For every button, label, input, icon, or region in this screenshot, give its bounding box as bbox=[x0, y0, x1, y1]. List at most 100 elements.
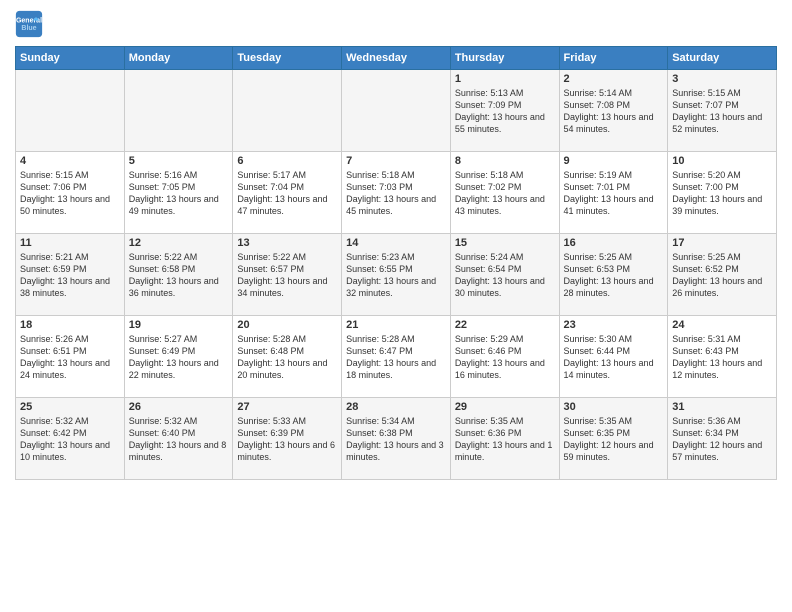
day-number: 6 bbox=[237, 155, 337, 167]
day-number: 26 bbox=[129, 401, 229, 413]
calendar-cell: 18 Sunrise: 5:26 AM Sunset: 6:51 PM Dayli… bbox=[16, 316, 125, 398]
day-info: Sunrise: 5:25 AM Sunset: 6:53 PM Dayligh… bbox=[564, 251, 664, 300]
day-number: 12 bbox=[129, 237, 229, 249]
day-info: Sunrise: 5:17 AM Sunset: 7:04 PM Dayligh… bbox=[237, 169, 337, 218]
calendar-cell: 29Sunrise: 5:35 AM Sunset: 6:36 PM Dayli… bbox=[450, 398, 559, 480]
weekday-header-saturday: Saturday bbox=[668, 47, 777, 70]
calendar-cell: 15 Sunrise: 5:24 AM Sunset: 6:54 PM Dayli… bbox=[450, 234, 559, 316]
week-row-5: 25 Sunrise: 5:32 AM Sunset: 6:42 PM Dayli… bbox=[16, 398, 777, 480]
day-info: Sunrise: 5:14 AM Sunset: 7:08 PM Dayligh… bbox=[564, 87, 664, 136]
day-info: Sunrise: 5:34 AM Sunset: 6:38 PM Dayligh… bbox=[346, 415, 446, 464]
day-number: 22 bbox=[455, 319, 555, 331]
day-number: 31 bbox=[672, 401, 772, 413]
week-row-2: 4Sunrise: 5:15 AM Sunset: 7:06 PM Daylig… bbox=[16, 152, 777, 234]
day-number: 20 bbox=[237, 319, 337, 331]
calendar-cell: 16 Sunrise: 5:25 AM Sunset: 6:53 PM Dayli… bbox=[559, 234, 668, 316]
calendar-cell: 19 Sunrise: 5:27 AM Sunset: 6:49 PM Dayli… bbox=[124, 316, 233, 398]
day-number: 7 bbox=[346, 155, 446, 167]
header: General Blue bbox=[15, 10, 777, 38]
day-number: 11 bbox=[20, 237, 120, 249]
weekday-header-wednesday: Wednesday bbox=[342, 47, 451, 70]
day-info: Sunrise: 5:28 AM Sunset: 6:48 PM Dayligh… bbox=[237, 333, 337, 382]
day-number: 23 bbox=[564, 319, 664, 331]
calendar-cell: 12 Sunrise: 5:22 AM Sunset: 6:58 PM Dayli… bbox=[124, 234, 233, 316]
day-info: Sunrise: 5:19 AM Sunset: 7:01 PM Dayligh… bbox=[564, 169, 664, 218]
calendar-cell: 4Sunrise: 5:15 AM Sunset: 7:06 PM Daylig… bbox=[16, 152, 125, 234]
calendar-cell: 2Sunrise: 5:14 AM Sunset: 7:08 PM Daylig… bbox=[559, 70, 668, 152]
day-number: 10 bbox=[672, 155, 772, 167]
day-info: Sunrise: 5:16 AM Sunset: 7:05 PM Dayligh… bbox=[129, 169, 229, 218]
day-number: 9 bbox=[564, 155, 664, 167]
weekday-header-thursday: Thursday bbox=[450, 47, 559, 70]
day-number: 8 bbox=[455, 155, 555, 167]
calendar-cell: 24 Sunrise: 5:31 AM Sunset: 6:43 PM Dayli… bbox=[668, 316, 777, 398]
day-number: 5 bbox=[129, 155, 229, 167]
calendar-cell: 28 Sunrise: 5:34 AM Sunset: 6:38 PM Dayli… bbox=[342, 398, 451, 480]
calendar-header: SundayMondayTuesdayWednesdayThursdayFrid… bbox=[16, 47, 777, 70]
day-number: 21 bbox=[346, 319, 446, 331]
weekday-header-friday: Friday bbox=[559, 47, 668, 70]
day-info: Sunrise: 5:22 AM Sunset: 6:58 PM Dayligh… bbox=[129, 251, 229, 300]
logo: General Blue bbox=[15, 10, 47, 38]
day-info: Sunrise: 5:15 AM Sunset: 7:07 PM Dayligh… bbox=[672, 87, 772, 136]
day-number: 24 bbox=[672, 319, 772, 331]
day-number: 28 bbox=[346, 401, 446, 413]
calendar-cell: 8 Sunrise: 5:18 AM Sunset: 7:02 PM Daylig… bbox=[450, 152, 559, 234]
day-info: Sunrise: 5:35 AM Sunset: 6:35 PM Dayligh… bbox=[564, 415, 664, 464]
calendar-cell bbox=[233, 70, 342, 152]
calendar-cell: 30 Sunrise: 5:35 AM Sunset: 6:35 PM Dayli… bbox=[559, 398, 668, 480]
calendar-cell: 17Sunrise: 5:25 AM Sunset: 6:52 PM Dayli… bbox=[668, 234, 777, 316]
calendar-body: 1 Sunrise: 5:13 AM Sunset: 7:09 PM Daylig… bbox=[16, 70, 777, 480]
day-info: Sunrise: 5:32 AM Sunset: 6:42 PM Dayligh… bbox=[20, 415, 120, 464]
weekday-header-sunday: Sunday bbox=[16, 47, 125, 70]
day-info: Sunrise: 5:33 AM Sunset: 6:39 PM Dayligh… bbox=[237, 415, 337, 464]
day-number: 25 bbox=[20, 401, 120, 413]
day-info: Sunrise: 5:28 AM Sunset: 6:47 PM Dayligh… bbox=[346, 333, 446, 382]
calendar-cell: 23 Sunrise: 5:30 AM Sunset: 6:44 PM Dayli… bbox=[559, 316, 668, 398]
calendar-cell: 22 Sunrise: 5:29 AM Sunset: 6:46 PM Dayli… bbox=[450, 316, 559, 398]
day-info: Sunrise: 5:24 AM Sunset: 6:54 PM Dayligh… bbox=[455, 251, 555, 300]
day-number: 18 bbox=[20, 319, 120, 331]
day-number: 30 bbox=[564, 401, 664, 413]
week-row-3: 11 Sunrise: 5:21 AM Sunset: 6:59 PM Dayli… bbox=[16, 234, 777, 316]
day-info: Sunrise: 5:15 AM Sunset: 7:06 PM Dayligh… bbox=[20, 169, 120, 218]
day-info: Sunrise: 5:21 AM Sunset: 6:59 PM Dayligh… bbox=[20, 251, 120, 300]
day-info: Sunrise: 5:29 AM Sunset: 6:46 PM Dayligh… bbox=[455, 333, 555, 382]
calendar-cell: 25 Sunrise: 5:32 AM Sunset: 6:42 PM Dayli… bbox=[16, 398, 125, 480]
calendar-cell bbox=[16, 70, 125, 152]
day-info: Sunrise: 5:35 AM Sunset: 6:36 PM Dayligh… bbox=[455, 415, 555, 464]
day-number: 19 bbox=[129, 319, 229, 331]
calendar-cell: 1 Sunrise: 5:13 AM Sunset: 7:09 PM Daylig… bbox=[450, 70, 559, 152]
day-number: 27 bbox=[237, 401, 337, 413]
day-info: Sunrise: 5:18 AM Sunset: 7:02 PM Dayligh… bbox=[455, 169, 555, 218]
calendar-cell: 7 Sunrise: 5:18 AM Sunset: 7:03 PM Daylig… bbox=[342, 152, 451, 234]
calendar-cell: 26 Sunrise: 5:32 AM Sunset: 6:40 PM Dayli… bbox=[124, 398, 233, 480]
day-number: 15 bbox=[455, 237, 555, 249]
calendar-cell bbox=[124, 70, 233, 152]
calendar-cell bbox=[342, 70, 451, 152]
calendar-cell: 31 Sunrise: 5:36 AM Sunset: 6:34 PM Dayli… bbox=[668, 398, 777, 480]
day-info: Sunrise: 5:32 AM Sunset: 6:40 PM Dayligh… bbox=[129, 415, 229, 464]
svg-text:General: General bbox=[16, 17, 42, 24]
day-info: Sunrise: 5:18 AM Sunset: 7:03 PM Dayligh… bbox=[346, 169, 446, 218]
calendar-cell: 27 Sunrise: 5:33 AM Sunset: 6:39 PM Dayli… bbox=[233, 398, 342, 480]
day-info: Sunrise: 5:26 AM Sunset: 6:51 PM Dayligh… bbox=[20, 333, 120, 382]
weekday-row: SundayMondayTuesdayWednesdayThursdayFrid… bbox=[16, 47, 777, 70]
day-info: Sunrise: 5:27 AM Sunset: 6:49 PM Dayligh… bbox=[129, 333, 229, 382]
calendar-cell: 13 Sunrise: 5:22 AM Sunset: 6:57 PM Dayli… bbox=[233, 234, 342, 316]
weekday-header-tuesday: Tuesday bbox=[233, 47, 342, 70]
day-number: 1 bbox=[455, 73, 555, 85]
day-info: Sunrise: 5:13 AM Sunset: 7:09 PM Dayligh… bbox=[455, 87, 555, 136]
day-number: 13 bbox=[237, 237, 337, 249]
page-container: General Blue SundayMondayTuesdayWednesda… bbox=[0, 0, 792, 612]
day-number: 16 bbox=[564, 237, 664, 249]
day-info: Sunrise: 5:36 AM Sunset: 6:34 PM Dayligh… bbox=[672, 415, 772, 464]
day-info: Sunrise: 5:31 AM Sunset: 6:43 PM Dayligh… bbox=[672, 333, 772, 382]
week-row-1: 1 Sunrise: 5:13 AM Sunset: 7:09 PM Daylig… bbox=[16, 70, 777, 152]
calendar-cell: 9 Sunrise: 5:19 AM Sunset: 7:01 PM Daylig… bbox=[559, 152, 668, 234]
day-number: 14 bbox=[346, 237, 446, 249]
day-info: Sunrise: 5:22 AM Sunset: 6:57 PM Dayligh… bbox=[237, 251, 337, 300]
day-info: Sunrise: 5:20 AM Sunset: 7:00 PM Dayligh… bbox=[672, 169, 772, 218]
day-info: Sunrise: 5:30 AM Sunset: 6:44 PM Dayligh… bbox=[564, 333, 664, 382]
calendar-cell: 3Sunrise: 5:15 AM Sunset: 7:07 PM Daylig… bbox=[668, 70, 777, 152]
